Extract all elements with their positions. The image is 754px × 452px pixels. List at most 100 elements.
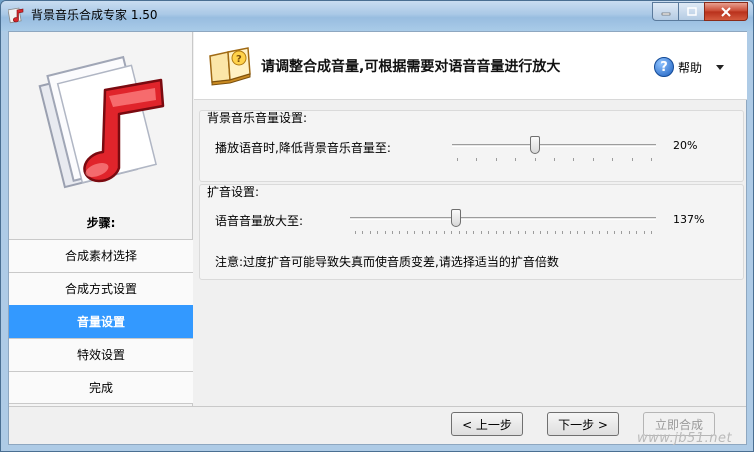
- slider-tick: [451, 231, 452, 234]
- next-step-button[interactable]: 下一步 >: [547, 412, 619, 436]
- slider-tick: [518, 231, 519, 234]
- maximize-icon: [686, 6, 697, 16]
- slider-tick: [621, 231, 622, 234]
- app-music-icon: [8, 7, 24, 24]
- close-button[interactable]: [704, 2, 748, 21]
- help-menu-button[interactable]: ? 帮助: [654, 56, 725, 78]
- bg-slider-ticks: [452, 158, 656, 162]
- slider-tick: [436, 231, 437, 234]
- slider-tick: [414, 231, 415, 234]
- slider-tick: [457, 158, 458, 161]
- slider-tick: [407, 231, 408, 234]
- bg-music-volume-slider[interactable]: [452, 136, 656, 162]
- slider-tick: [570, 231, 571, 234]
- slider-tick: [555, 231, 556, 234]
- slider-tick: [422, 231, 423, 234]
- amplify-value: 137%: [673, 213, 705, 226]
- amplify-slider[interactable]: [350, 209, 656, 235]
- slider-tick: [535, 158, 536, 161]
- client-area: 步骤: 合成素材选择 合成方式设置 音量设置 特效设置 完成 ? 请调整合成音量…: [8, 31, 747, 445]
- amplify-group-title: 扩音设置:: [207, 185, 260, 199]
- help-label: 帮助: [678, 60, 703, 75]
- amp-slider-thumb[interactable]: [451, 209, 461, 227]
- slider-tick: [533, 231, 534, 234]
- amplify-group: 扩音设置: 语音音量放大至: 137% 注意:过度扩音可能导致失真而使音质变差,…: [199, 184, 744, 280]
- step-item-mode[interactable]: 合成方式设置: [9, 272, 193, 305]
- slider-tick: [355, 231, 356, 234]
- slider-tick: [577, 231, 578, 234]
- prev-step-button[interactable]: < 上一步: [451, 412, 523, 436]
- slider-tick: [370, 231, 371, 234]
- close-icon: [721, 6, 731, 17]
- slider-tick: [515, 158, 516, 161]
- watermark: www.jb51.net: [637, 431, 733, 446]
- slider-tick: [510, 231, 511, 234]
- title-bar[interactable]: 背景音乐合成专家 1.50: [1, 1, 753, 31]
- step-item-volume[interactable]: 音量设置: [9, 305, 193, 338]
- amp-slider-track: [350, 217, 656, 220]
- chevron-down-icon: [716, 64, 725, 70]
- slider-tick: [584, 231, 585, 234]
- slider-tick: [399, 231, 400, 234]
- slider-tick: [554, 158, 555, 161]
- maximize-button[interactable]: [678, 2, 704, 21]
- slider-tick: [481, 231, 482, 234]
- app-window: 背景音乐合成专家 1.50 步骤: 合成素材选择 合成方式设置 音量设置 特效设…: [0, 0, 754, 452]
- slider-tick: [473, 231, 474, 234]
- amplify-note: 注意:过度扩音可能导致失真而使音质变差,请选择适当的扩音倍数: [215, 255, 559, 269]
- window-title: 背景音乐合成专家 1.50: [31, 8, 158, 22]
- amplify-label: 语音音量放大至:: [215, 214, 304, 228]
- minimize-button[interactable]: [652, 2, 678, 21]
- slider-tick: [459, 231, 460, 234]
- slider-tick: [592, 231, 593, 234]
- step-item-effects[interactable]: 特效设置: [9, 338, 193, 371]
- bg-music-volume-group: 背景音乐音量设置: 播放语音时,降低背景音乐音量至: 20%: [199, 110, 744, 182]
- slider-tick: [496, 158, 497, 161]
- slider-tick: [632, 158, 633, 161]
- slider-tick: [562, 231, 563, 234]
- slider-tick: [392, 231, 393, 234]
- bg-music-group-title: 背景音乐音量设置:: [207, 111, 308, 125]
- step-item-finish[interactable]: 完成: [9, 371, 193, 404]
- slider-tick: [488, 231, 489, 234]
- slider-tick: [614, 231, 615, 234]
- slider-tick: [607, 231, 608, 234]
- open-book-icon: ?: [209, 47, 251, 86]
- sidebar: 步骤: 合成素材选择 合成方式设置 音量设置 特效设置 完成: [9, 32, 193, 406]
- slider-tick: [599, 231, 600, 234]
- slider-tick: [429, 231, 430, 234]
- slider-tick: [377, 231, 378, 234]
- bottom-separator: [9, 406, 746, 407]
- slider-tick: [503, 231, 504, 234]
- slider-tick: [444, 231, 445, 234]
- slider-tick: [496, 231, 497, 234]
- slider-tick: [547, 231, 548, 234]
- step-item-material[interactable]: 合成素材选择: [9, 239, 193, 272]
- slider-tick: [525, 231, 526, 234]
- page-title: 请调整合成音量,可根据需要对语音音量进行放大: [261, 59, 561, 75]
- bg-music-volume-label: 播放语音时,降低背景音乐音量至:: [215, 141, 391, 155]
- minimize-icon: [661, 12, 670, 15]
- slider-tick: [644, 231, 645, 234]
- slider-tick: [573, 158, 574, 161]
- step-list: 合成素材选择 合成方式设置 音量设置 特效设置 完成: [9, 239, 193, 404]
- steps-label: 步骤:: [86, 216, 116, 230]
- slider-tick: [651, 158, 652, 161]
- slider-tick: [385, 231, 386, 234]
- bg-music-volume-value: 20%: [673, 139, 698, 152]
- page-header: ? 请调整合成音量,可根据需要对语音音量进行放大 ? 帮助: [194, 32, 747, 100]
- slider-tick: [651, 231, 652, 234]
- slider-tick: [593, 158, 594, 161]
- slider-tick: [466, 231, 467, 234]
- bg-slider-track: [452, 144, 656, 147]
- bg-slider-thumb[interactable]: [530, 136, 540, 154]
- help-icon: ?: [654, 57, 674, 77]
- slider-tick: [629, 231, 630, 234]
- slider-tick: [540, 231, 541, 234]
- slider-tick: [636, 231, 637, 234]
- svg-text:?: ?: [236, 54, 242, 65]
- slider-tick: [362, 231, 363, 234]
- music-note-logo-icon: [38, 55, 165, 189]
- amp-slider-ticks: [350, 231, 656, 235]
- window-controls: [652, 2, 748, 21]
